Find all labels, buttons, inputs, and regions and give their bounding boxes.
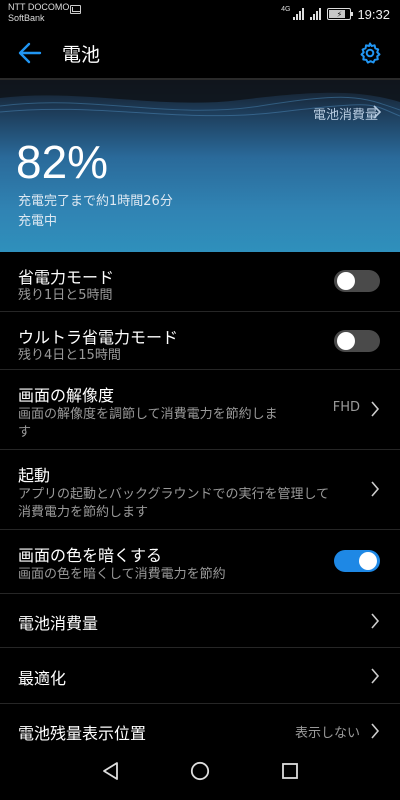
chevron-right-icon	[371, 668, 380, 684]
status-bar: NTT DOCOMO SoftBank 4G ⚡ 19:32	[0, 0, 400, 28]
resolution-value: FHD	[332, 400, 360, 415]
mail-notification-icon	[70, 5, 81, 14]
battery-header: 電池消費量 82% 充電完了まで約1時間26分 充電中	[0, 80, 400, 252]
chevron-right-icon	[371, 723, 380, 739]
row-title: 省電力モード	[18, 268, 115, 287]
power-saving-toggle[interactable]	[334, 270, 380, 292]
battery-percent: 82%	[16, 136, 109, 188]
row-title: 画面の色を暗くする	[18, 546, 163, 565]
chevron-right-icon	[371, 401, 380, 417]
navigation-bar	[0, 744, 400, 800]
row-subtitle-line1: 画面の解像度を調節して消費電力を節約しま	[18, 407, 278, 422]
carrier-secondary: SoftBank	[8, 13, 45, 23]
row-subtitle-line1: アプリの起動とバックグラウンドでの実行を管理して	[18, 487, 330, 502]
indicator-position-value: 表示しない	[294, 726, 360, 741]
time-to-full: 充電完了まで約1時間26分	[18, 194, 173, 209]
dark-colors-row[interactable]: 画面の色を暗くする 画面の色を暗くして消費電力を節約	[0, 530, 400, 594]
row-subtitle: 残り1日と5時間	[18, 288, 113, 303]
chevron-right-icon	[371, 481, 380, 497]
battery-usage-row[interactable]: 電池消費量	[0, 594, 400, 648]
screen-resolution-row[interactable]: 画面の解像度 画面の解像度を調節して消費電力を節約しま す FHD	[0, 370, 400, 450]
square-recents-icon[interactable]	[281, 762, 299, 780]
carrier-primary: NTT DOCOMO	[8, 2, 70, 12]
ultra-power-saving-row[interactable]: ウルトラ省電力モード 残り4日と15時間	[0, 312, 400, 370]
row-title: 起動	[18, 466, 51, 485]
battery-charging-icon: ⚡	[327, 8, 354, 20]
optimize-row[interactable]: 最適化	[0, 648, 400, 704]
gear-icon[interactable]	[358, 41, 382, 65]
app-launch-row[interactable]: 起動 アプリの起動とバックグラウンドでの実行を管理して 消費電力を節約します	[0, 450, 400, 530]
battery-usage-link[interactable]: 電池消費量	[313, 104, 378, 123]
arrow-back-icon[interactable]	[16, 40, 44, 66]
row-title: 電池残量表示位置	[18, 724, 147, 743]
status-icons: 4G ⚡ 19:32	[281, 6, 390, 22]
chevron-right-icon[interactable]	[372, 105, 382, 119]
row-title: 最適化	[18, 669, 67, 688]
app-bar: 電池	[0, 28, 400, 78]
charging-status: 充電中	[18, 214, 58, 229]
row-title: ウルトラ省電力モード	[18, 328, 179, 347]
dark-colors-toggle[interactable]	[334, 550, 380, 572]
page-title: 電池	[62, 44, 101, 66]
circle-home-icon[interactable]	[190, 761, 210, 781]
power-saving-mode-row[interactable]: 省電力モード 残り1日と5時間	[0, 252, 400, 312]
carrier-info: NTT DOCOMO SoftBank	[8, 2, 69, 24]
ultra-power-saving-toggle[interactable]	[334, 330, 380, 352]
chevron-right-icon	[371, 613, 380, 629]
settings-list: 省電力モード 残り1日と5時間 ウルトラ省電力モード 残り4日と15時間 画面の…	[0, 252, 400, 756]
row-title: 電池消費量	[18, 614, 99, 633]
row-title: 画面の解像度	[18, 386, 115, 405]
row-subtitle-line2: 消費電力を節約します	[18, 505, 149, 520]
signal-icon-2	[310, 8, 322, 20]
signal-icon	[293, 8, 305, 20]
triangle-back-icon[interactable]	[100, 760, 122, 782]
clock: 19:32	[357, 6, 390, 22]
network-type-label: 4G	[281, 6, 291, 13]
row-subtitle: 画面の色を暗くして消費電力を節約	[18, 567, 226, 582]
row-subtitle: 残り4日と15時間	[18, 348, 121, 363]
row-subtitle-line2: す	[18, 425, 32, 440]
